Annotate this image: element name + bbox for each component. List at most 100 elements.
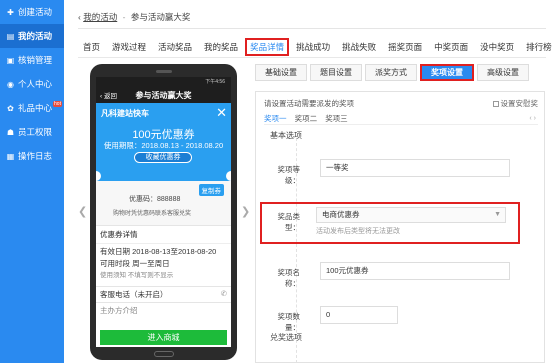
phone-icon: ✆ (220, 289, 227, 298)
name-label: 奖项名称： (277, 268, 301, 288)
close-icon[interactable]: ✕ (216, 106, 227, 119)
main-content: ‹ 我的活动 - 参与活动赢大奖 首页 游戏过程 活动奖品 我的奖品 奖品详情 … (64, 0, 554, 363)
tab-challenge-fail[interactable]: 挑战失败 (337, 38, 381, 56)
tab-basic-settings[interactable]: 基础设置 (255, 64, 307, 81)
status-bar: 下午4:56 (96, 77, 231, 87)
hot-badge: hot (53, 101, 62, 107)
group-redeem-label: 兑奖选项 (270, 333, 302, 342)
phone-back-button[interactable]: ‹ 返回 (100, 90, 117, 100)
prize-count-input[interactable]: 0 (320, 306, 398, 324)
sidebar-item-profile[interactable]: ◉ 个人中心 (0, 72, 64, 96)
form-row-name: 奖项名称： 100元优惠券 (264, 262, 546, 288)
coupon-period: 使用期限：2018.08.13 - 2018.08.20 (103, 141, 224, 150)
prize-tab-1[interactable]: 奖项一 (264, 114, 287, 123)
coupon-notch (226, 171, 231, 181)
tab-question-settings[interactable]: 题目设置 (310, 64, 362, 81)
prize-type-select[interactable]: 电商优惠券 ▼ (316, 207, 506, 223)
tab-prize-settings[interactable]: 奖项设置 (420, 64, 474, 81)
sidebar-item-log[interactable]: ▦ 操作日志 (0, 144, 64, 168)
sidebar-item-label: 操作日志 (18, 151, 53, 161)
list-icon: ▤ (6, 31, 15, 41)
sidebar-item-verify[interactable]: ▣ 核销管理 (0, 48, 64, 72)
code-box: 复制券 优惠码：888888 购物时凭优惠码联系客服兑奖 (96, 181, 231, 225)
tab-game-process[interactable]: 游戏过程 (107, 38, 151, 56)
home-button (154, 351, 174, 357)
sidebar: ✚ 创建活动 ▤ 我的活动 ▣ 核销管理 ◉ 个人中心 ✿ 礼品中心 hot ☗ 员工权限 ▦… (0, 0, 64, 363)
app-bar: ‹ 返回 参与活动赢大奖 (96, 87, 231, 103)
coupon-card: 凡科建站快车 ✕ 100元优惠券 使用期限：2018.08.13 - 2018.… (96, 103, 231, 181)
tab-challenge-success[interactable]: 挑战成功 (291, 38, 335, 56)
phone-screen: 下午4:56 ‹ 返回 参与活动赢大奖 凡科建站快车 ✕ 100元优惠券 使用期… (96, 77, 231, 347)
type-hint: 活动发布后类型将无法更改 (316, 228, 400, 235)
valid-dates: 有效日期 2018-08-13至2018-08-20 (100, 247, 217, 256)
form-row-level: 奖项等级： 一等奖 (264, 159, 546, 185)
breadcrumb-separator: - (122, 12, 126, 22)
enter-mall-button[interactable]: 进入商城 (100, 330, 227, 345)
type-label: 奖品类型： (277, 212, 301, 232)
tab-prize-details[interactable]: 奖品详情 (245, 38, 290, 56)
level-input[interactable]: 一等奖 (320, 159, 510, 177)
consolation-checkbox[interactable]: 设置安慰奖 (492, 98, 539, 109)
prize-settings-panel: 请设置活动需要派发的奖项 设置安慰奖 奖项一 奖项二 奖项三 ‹ › 基本选项 … (255, 91, 545, 363)
coupon-code: 优惠码：888888 (129, 196, 181, 203)
arrow-right-icon[interactable]: ❯ (241, 205, 250, 218)
consolation-label: 设置安慰奖 (500, 99, 539, 108)
group-basic-label: 基本选项 (270, 131, 302, 140)
prize-type-value: 电商优惠券 (322, 210, 360, 219)
sidebar-item-label: 创建活动 (18, 7, 53, 17)
count-label: 奖项数量： (277, 312, 301, 332)
breadcrumb-parent[interactable]: 我的活动 (83, 12, 117, 22)
form-row-count: 奖项数量： 0 (264, 306, 546, 332)
tab-no-win[interactable]: 没中奖页 (475, 38, 519, 56)
organizer-intro: 主办方介绍 (100, 306, 138, 315)
phone-speaker (156, 70, 172, 73)
form-row-type: 奖品类型： 电商优惠券 ▼ 活动发布后类型将无法更改 (264, 206, 546, 235)
copy-code-button[interactable]: 复制券 (198, 184, 224, 196)
tab-advanced-settings[interactable]: 高级设置 (477, 64, 529, 81)
divider (78, 28, 546, 29)
sidebar-item-label: 个人中心 (18, 79, 53, 89)
chevron-down-icon: ▼ (494, 211, 501, 218)
tab-win[interactable]: 中奖页面 (429, 38, 473, 56)
favorite-coupon-button[interactable]: 收藏优惠券 (134, 152, 192, 163)
sidebar-item-gifts[interactable]: ✿ 礼品中心 hot (0, 96, 64, 120)
divider (78, 57, 546, 58)
arrow-left-icon[interactable]: ❮ (78, 205, 87, 218)
service-phone-row[interactable]: 客服电话（未开启） ✆ (96, 286, 231, 303)
prize-tab-3[interactable]: 奖项三 (325, 114, 348, 123)
sidebar-item-label: 礼品中心 (18, 103, 53, 113)
prize-name-input[interactable]: 100元优惠券 (320, 262, 510, 280)
breadcrumb-current: 参与活动赢大奖 (130, 12, 191, 22)
checkbox-icon (492, 101, 499, 107)
coupon-details: 有效日期 2018-08-13至2018-08-20 可用时段 周一至周日 使用… (96, 244, 231, 284)
gift-icon: ✿ (7, 103, 14, 113)
tab-home[interactable]: 首页 (78, 38, 105, 56)
divider (264, 124, 538, 125)
user-icon: ◉ (7, 79, 14, 89)
panel-description: 请设置活动需要派发的奖项 (264, 99, 354, 108)
log-icon: ▦ (6, 151, 15, 161)
sidebar-item-create[interactable]: ✚ 创建活动 (0, 0, 64, 24)
sidebar-item-staff[interactable]: ☗ 员工权限 (0, 120, 64, 144)
tab-lottery[interactable]: 摇奖页面 (383, 38, 427, 56)
prize-tab-2[interactable]: 奖项二 (295, 114, 318, 123)
tab-activity-prizes[interactable]: 活动奖品 (153, 38, 197, 56)
tab-award-method[interactable]: 派奖方式 (365, 64, 417, 81)
sidebar-item-label: 我的活动 (18, 31, 53, 41)
usable-days: 可用时段 周一至周日 (100, 259, 170, 268)
back-icon[interactable]: ‹ (78, 12, 81, 22)
coupon-notch (96, 171, 101, 181)
service-phone-label: 客服电话（未开启） (100, 290, 168, 299)
sidebar-item-label: 员工权限 (18, 127, 53, 137)
tab-my-prizes[interactable]: 我的奖品 (199, 38, 243, 56)
shop-name: 凡科建站快车 (101, 109, 149, 118)
level-label: 奖项等级： (277, 165, 301, 185)
tab-leaderboard[interactable]: 排行榜 (521, 38, 554, 56)
phone-preview: 下午4:56 ‹ 返回 参与活动赢大奖 凡科建站快车 ✕ 100元优惠券 使用期… (90, 64, 237, 360)
sidebar-item-my-activities[interactable]: ▤ 我的活动 (0, 24, 64, 48)
settings-tabs: 基础设置 题目设置 派奖方式 奖项设置 高级设置 (255, 64, 532, 81)
top-nav: 首页 游戏过程 活动奖品 我的奖品 奖品详情 挑战成功 挑战失败 摇奖页面 中奖… (78, 38, 554, 56)
scan-icon: ▣ (6, 55, 15, 65)
sidebar-item-label: 核销管理 (18, 55, 53, 65)
prize-tab-controls[interactable]: ‹ › (529, 115, 536, 122)
